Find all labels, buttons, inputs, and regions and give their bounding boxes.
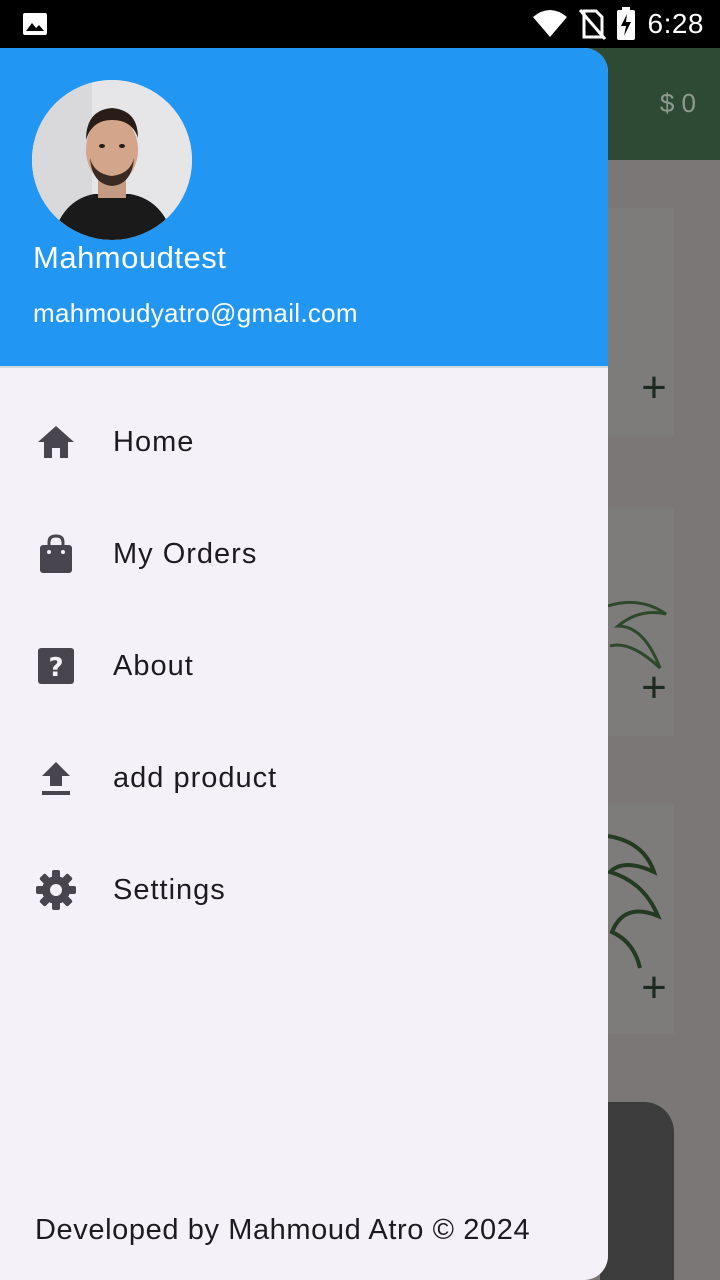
product-card[interactable] — [600, 1102, 674, 1280]
user-email: mahmoudyatro@gmail.com — [33, 298, 358, 328]
menu-item-label: About — [113, 649, 194, 682]
battery-charging-icon — [616, 7, 635, 40]
navigation-drawer: Mahmoudtest mahmoudyatro@gmail.com Home … — [0, 48, 608, 1280]
menu-item-add-product[interactable]: add product — [0, 722, 608, 834]
user-name: Mahmoudtest — [33, 240, 227, 275]
menu-item-home[interactable]: Home — [0, 386, 608, 498]
menu-item-label: Settings — [113, 873, 226, 906]
svg-text:?: ? — [48, 653, 63, 683]
no-sim-icon — [578, 9, 606, 40]
menu-item-settings[interactable]: Settings — [0, 834, 608, 946]
help-icon: ? — [32, 642, 80, 690]
menu-item-my-orders[interactable]: My Orders — [0, 498, 608, 610]
menu-item-about[interactable]: ? About — [0, 610, 608, 722]
plus-icon[interactable]: + — [634, 366, 674, 410]
menu-item-label: Home — [113, 425, 195, 458]
profile-photo — [32, 80, 192, 240]
plant-image — [606, 834, 662, 969]
menu-item-label: add product — [113, 761, 278, 794]
clock: 6:28 — [647, 8, 704, 39]
upload-icon — [32, 754, 80, 802]
menu-item-label: My Orders — [113, 537, 258, 570]
status-bar: 6:28 — [0, 0, 720, 48]
shopping-bag-icon — [32, 530, 80, 578]
plus-icon[interactable]: + — [634, 966, 674, 1010]
developer-credit: Developed by Mahmoud Atro © 2024 — [35, 1214, 531, 1246]
status-icons: 6:28 — [522, 6, 705, 42]
settings-icon — [32, 866, 80, 914]
home-icon — [32, 418, 80, 466]
wifi-icon — [532, 10, 567, 37]
cart-total[interactable]: $ 0 — [660, 88, 696, 119]
avatar[interactable] — [32, 80, 192, 240]
drawer-header: Mahmoudtest mahmoudyatro@gmail.com — [0, 48, 608, 368]
plant-image — [607, 600, 667, 670]
drawer-menu: Home My Orders ? About add product Setti… — [0, 386, 608, 946]
gallery-icon — [23, 13, 47, 35]
